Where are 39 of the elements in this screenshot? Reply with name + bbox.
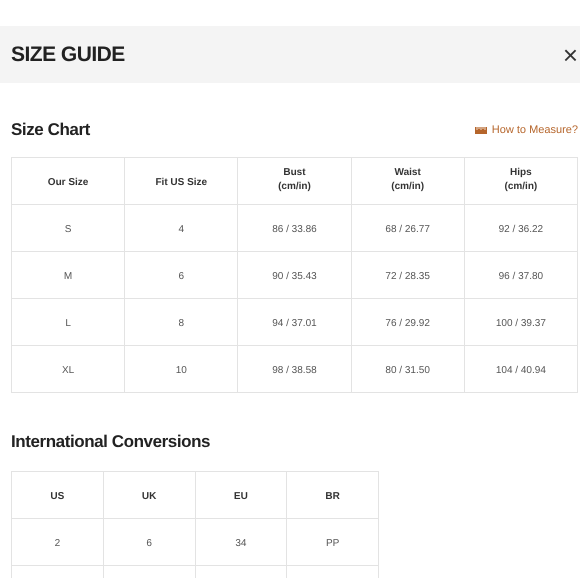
column-header: BR	[325, 490, 340, 504]
column-header: Our Size	[48, 176, 88, 190]
table-cell-text: L	[65, 317, 71, 331]
column-header: UK	[142, 490, 156, 504]
table-cell-text: XL	[62, 364, 74, 378]
column-header: Hips (cm/in)	[504, 166, 538, 194]
table-cell-text: PP	[326, 537, 340, 551]
dialog-title: SIZE GUIDE	[11, 42, 125, 68]
column-header: EU	[234, 490, 248, 504]
section-heading: International Conversions	[11, 431, 212, 451]
table-cell-text: 4	[178, 223, 184, 237]
column-header: Bust (cm/in)	[278, 166, 311, 194]
table-cell-text: 80 / 31.50	[385, 364, 430, 378]
table-cell-text: 2	[54, 537, 60, 551]
table-cell-text: 10	[176, 364, 187, 378]
table-cell-text: S	[64, 223, 72, 237]
table-cell-text: 94 / 37.01	[272, 317, 317, 331]
table-cell-text: M	[64, 270, 72, 284]
table-cell-text: 68 / 26.77	[385, 223, 430, 237]
column-header: US	[50, 490, 64, 504]
table-cell-text: 6	[178, 270, 184, 284]
table-cell-text: 100 / 39.37	[496, 317, 546, 331]
table-cell-text: 34	[235, 537, 246, 551]
section-heading: Size Chart	[11, 119, 90, 142]
ruler-icon	[474, 126, 487, 134]
table-cell-text: 92 / 36.22	[498, 223, 544, 237]
table-cell-text: 90 / 35.43	[272, 270, 317, 284]
how-to-measure-link[interactable]: How to Measure?	[474, 122, 578, 138]
close-button[interactable]: ×	[562, 42, 578, 68]
table-cell-text: 72 / 28.35	[385, 270, 430, 284]
table-cell-text: 98 / 38.58	[272, 364, 317, 378]
table-cell-text: 96 / 37.80	[498, 270, 544, 284]
table-cell-text: 8	[178, 317, 184, 331]
table-cell-text: 6	[146, 537, 152, 551]
table-cell-text: 76 / 29.92	[385, 317, 430, 331]
column-header: Fit US Size	[155, 176, 208, 190]
column-header: Waist (cm/in)	[391, 166, 424, 194]
table-cell-text: 104 / 40.94	[496, 364, 546, 378]
table-cell-text: 86 / 33.86	[272, 223, 317, 237]
